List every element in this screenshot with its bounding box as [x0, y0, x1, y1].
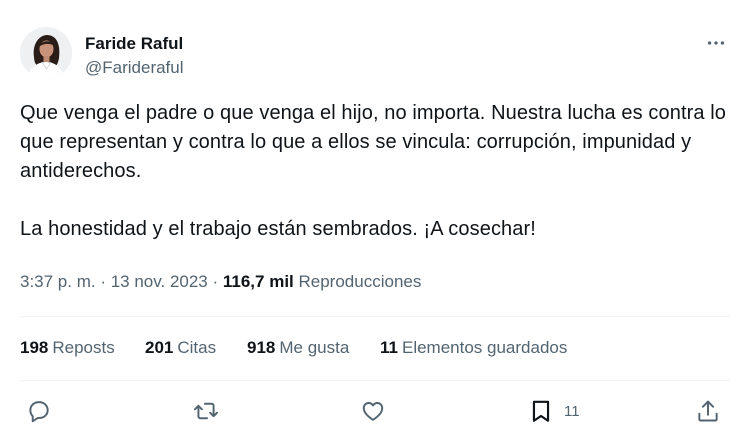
tweet-actions: 11: [0, 395, 749, 427]
views-label: Reproducciones: [298, 272, 422, 291]
tweet-date[interactable]: 13 nov. 2023: [111, 272, 208, 291]
divider: [20, 316, 730, 317]
reposts-label: Reposts: [52, 338, 115, 357]
tweet-paragraph-1: Que venga el padre o que venga el hijo, …: [20, 102, 727, 182]
reposts-stat[interactable]: 198 Reposts: [20, 337, 115, 359]
like-button[interactable]: [360, 395, 386, 427]
tweet-card: Faride Raful @Farideraful Que venga el p…: [0, 0, 749, 430]
tweet-time[interactable]: 3:37 p. m.: [20, 272, 96, 291]
likes-label: Me gusta: [279, 338, 350, 357]
bookmarks-count: 11: [380, 338, 398, 357]
more-icon: [707, 41, 725, 45]
bookmarks-stat[interactable]: 11 Elementos guardados: [380, 337, 567, 359]
tweet-text: Que venga el padre o que venga el hijo, …: [20, 99, 730, 244]
meta-separator: ·: [95, 272, 111, 291]
author-name[interactable]: Faride Raful: [85, 33, 183, 55]
reply-icon: [29, 401, 49, 423]
tweet-paragraph-2: La honestidad y el trabajo están sembrad…: [20, 218, 536, 240]
quotes-count: 201: [145, 338, 174, 357]
repost-icon: [193, 402, 219, 420]
share-icon: [698, 400, 718, 422]
views-count: 116,7 mil: [222, 272, 294, 291]
repost-button[interactable]: [193, 395, 219, 427]
avatar-image: [20, 27, 72, 79]
meta-separator: ·: [207, 272, 223, 291]
bookmark-icon: [532, 400, 550, 422]
bookmark-count: 11: [564, 402, 580, 420]
bookmark-button[interactable]: 11: [528, 395, 580, 427]
bookmarks-label: Elementos guardados: [401, 338, 568, 357]
tweet-meta: 3:37 p. m. · 13 nov. 2023 · 116,7 mil Re…: [20, 271, 421, 293]
avatar[interactable]: [20, 27, 72, 79]
quotes-label: Citas: [177, 338, 217, 357]
likes-count: 918: [247, 338, 276, 357]
like-icon: [362, 402, 384, 421]
quotes-stat[interactable]: 201 Citas: [145, 337, 216, 359]
reposts-count: 198: [20, 338, 49, 357]
author-handle[interactable]: @Farideraful: [85, 57, 184, 79]
divider: [20, 380, 730, 381]
reply-button[interactable]: [26, 395, 52, 427]
more-button[interactable]: [702, 29, 730, 57]
tweet-header: Faride Raful @Farideraful: [20, 27, 730, 83]
likes-stat[interactable]: 918 Me gusta: [247, 337, 349, 359]
share-button[interactable]: [695, 395, 721, 427]
